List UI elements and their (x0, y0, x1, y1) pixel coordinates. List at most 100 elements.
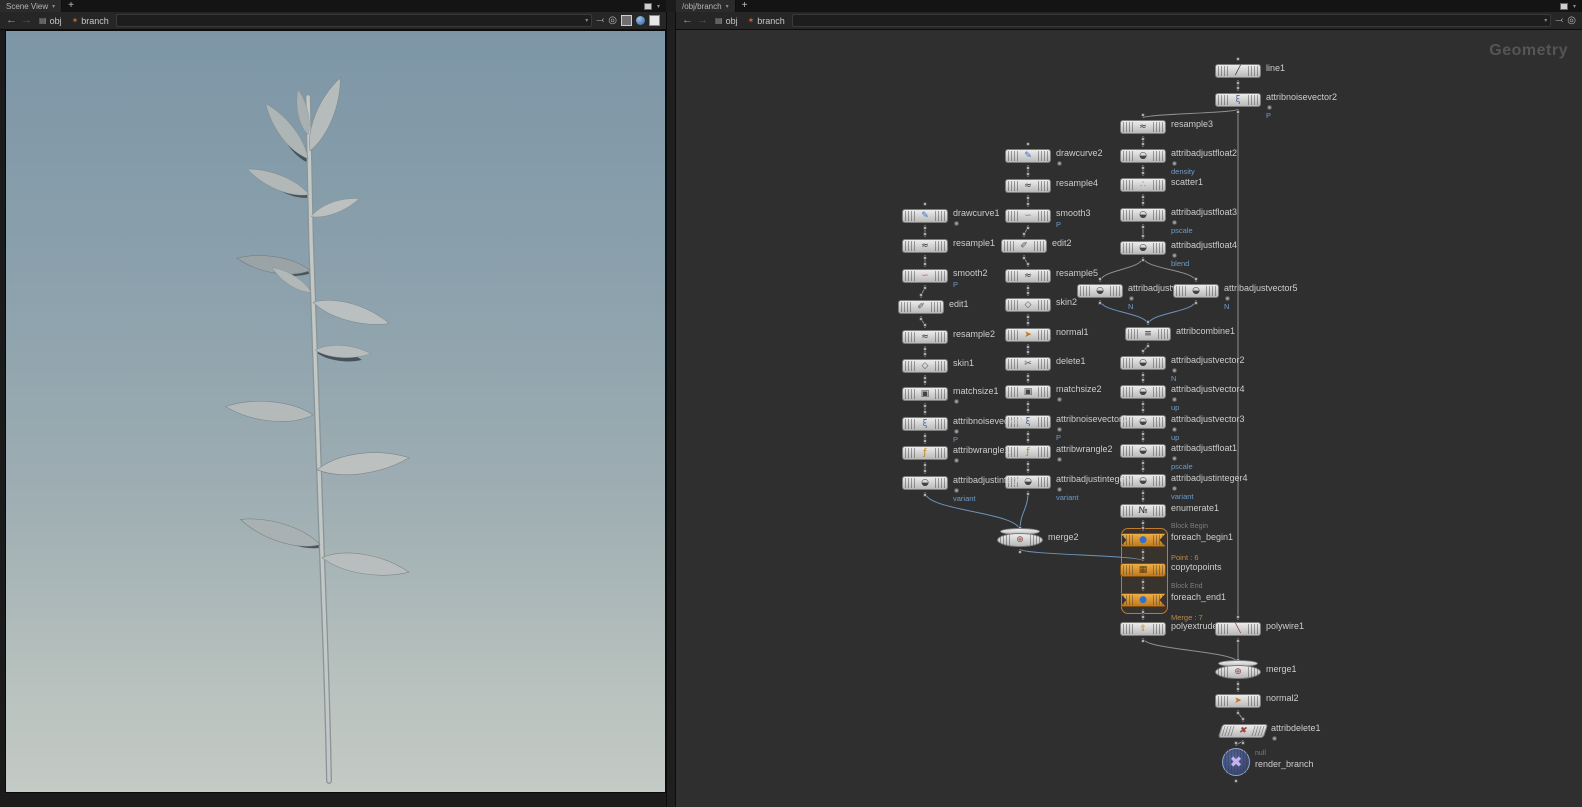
node-attribnoisevector1[interactable]: ξ attribnoisevector1 P (902, 417, 948, 431)
input-connector[interactable] (1026, 172, 1030, 176)
output-connector[interactable] (1026, 432, 1030, 436)
node-body[interactable]: ╱ (1215, 64, 1261, 78)
node-polyextrude1[interactable]: ⇧ polyextrude1 (1120, 622, 1166, 636)
output-connector[interactable] (1098, 301, 1102, 305)
node-delete1[interactable]: ✂ delete1 (1005, 357, 1051, 371)
node-attribcombine1[interactable]: ≡ attribcombine1 (1125, 327, 1171, 341)
node-attribadjustfloat1[interactable]: ◒ attribadjustfloat1 pscale (1120, 444, 1166, 458)
node-body[interactable]: ◒ (1173, 284, 1219, 298)
input-connector[interactable] (1026, 468, 1030, 472)
output-connector[interactable] (1026, 286, 1030, 290)
input-connector[interactable] (1141, 113, 1145, 117)
input-connector[interactable] (1141, 378, 1145, 382)
output-connector[interactable] (1141, 402, 1145, 406)
node-attribdelete1[interactable]: ✖ attribdelete1 (1220, 724, 1266, 738)
output-connector[interactable] (923, 404, 927, 408)
chevron-down-icon[interactable]: ▾ (726, 3, 729, 10)
node-body[interactable]: ◒ (1120, 385, 1166, 399)
input-connector[interactable] (1026, 378, 1030, 382)
node-attribadjustvector5[interactable]: ◒ attribadjustvector5 N (1173, 284, 1219, 298)
breadcrumb-obj[interactable]: ▤ obj (712, 16, 741, 26)
scene-viewport[interactable] (5, 30, 666, 793)
node-attribwrangle1[interactable]: ƒ attribwrangle1 (902, 446, 948, 460)
node-foreach_end1[interactable]: ● Block End foreach_end1 Merge : 7 (1120, 593, 1166, 607)
node-body[interactable]: ◒ (1120, 208, 1166, 222)
node-copytopoints[interactable]: ▦ copytopoints (1120, 563, 1166, 577)
node-attribadjustfloat4[interactable]: ◒ attribadjustfloat4 blend (1120, 241, 1166, 255)
input-connector[interactable] (1026, 262, 1030, 266)
input-connector[interactable] (923, 469, 927, 473)
node-attribadjustinteger1[interactable]: ◒ attribadjustinteger1 variant (902, 476, 948, 490)
node-resample2[interactable]: ≈ resample2 (902, 330, 948, 344)
output-connector[interactable] (1146, 344, 1150, 348)
node-body[interactable]: ≈ (902, 330, 948, 344)
path-dropdown[interactable]: ▾ (116, 14, 592, 27)
node-edit2[interactable]: ✐ edit2 (1001, 239, 1047, 253)
node-body[interactable]: ➤ (1005, 328, 1051, 342)
node-attribadjustfloat3[interactable]: ◒ attribadjustfloat3 pscale (1120, 208, 1166, 222)
add-tab-button[interactable]: + (736, 1, 754, 11)
node-attribadjustinteger2[interactable]: ◒ attribadjustinteger2 variant (1005, 475, 1051, 489)
input-connector[interactable] (1141, 467, 1145, 471)
input-connector[interactable] (923, 232, 927, 236)
input-connector[interactable] (1236, 615, 1240, 619)
node-body[interactable]: ✖ (1222, 748, 1250, 776)
input-connector[interactable] (923, 262, 927, 266)
node-body[interactable]: ✎ (902, 209, 948, 223)
node-resample4[interactable]: ≈ resample4 (1005, 179, 1051, 193)
node-polywire1[interactable]: ╲ polywire1 (1215, 622, 1261, 636)
input-connector[interactable] (1141, 526, 1145, 530)
input-connector[interactable] (1236, 57, 1240, 61)
breadcrumb-branch[interactable]: ✶ branch (69, 16, 112, 26)
output-connector[interactable] (1026, 345, 1030, 349)
node-body[interactable]: ⊕ (997, 533, 1043, 547)
node-body[interactable]: ◇ (1005, 298, 1051, 312)
node-body[interactable]: ≈ (1005, 179, 1051, 193)
output-connector[interactable] (1026, 166, 1030, 170)
input-connector[interactable] (1141, 437, 1145, 441)
node-body[interactable]: ➤ (1215, 694, 1261, 708)
output-connector[interactable] (1141, 580, 1145, 584)
node-edit1[interactable]: ✐ edit1 (898, 300, 944, 314)
node-body[interactable]: ◒ (1120, 444, 1166, 458)
input-connector[interactable] (1098, 277, 1102, 281)
output-connector[interactable] (919, 317, 923, 321)
pane-menu-caret-icon[interactable]: ▾ (657, 3, 660, 10)
nav-forward-icon[interactable]: → (697, 15, 708, 26)
input-connector[interactable] (1141, 171, 1145, 175)
output-connector[interactable] (1241, 741, 1245, 745)
input-connector[interactable] (1141, 349, 1145, 353)
output-connector[interactable] (1236, 639, 1240, 643)
input-connector[interactable] (1141, 408, 1145, 412)
node-body[interactable]: ● (1120, 533, 1166, 547)
node-attribadjustinteger4[interactable]: ◒ attribadjustinteger4 variant (1120, 474, 1166, 488)
input-connector[interactable] (1026, 321, 1030, 325)
output-connector[interactable] (1141, 373, 1145, 377)
node-body[interactable]: ≈ (902, 239, 948, 253)
input-connector[interactable] (1236, 687, 1240, 691)
input-connector[interactable] (1194, 277, 1198, 281)
node-attribadjustfloat2[interactable]: ◒ attribadjustfloat2 density (1120, 149, 1166, 163)
path-dropdown[interactable]: ▾ (792, 14, 1551, 27)
node-body[interactable]: ⊕ (1215, 665, 1261, 679)
node-body[interactable]: ▦ (1120, 563, 1166, 577)
input-connector[interactable] (923, 352, 927, 356)
output-connector[interactable] (1141, 137, 1145, 141)
node-body[interactable]: ξ (1215, 93, 1261, 107)
node-attribnoisevector3[interactable]: ξ attribnoisevector3 P (1005, 415, 1051, 429)
add-tab-button[interactable]: + (62, 1, 80, 11)
input-connector[interactable] (1026, 408, 1030, 412)
output-connector[interactable] (1026, 402, 1030, 406)
input-connector[interactable] (1141, 556, 1145, 560)
output-connector[interactable] (1026, 492, 1030, 496)
output-connector[interactable] (1141, 166, 1145, 170)
input-connector[interactable] (1241, 717, 1245, 721)
node-body[interactable]: ▣ (902, 387, 948, 401)
node-body[interactable]: ✂ (1005, 357, 1051, 371)
output-connector[interactable] (1141, 258, 1145, 262)
node-resample5[interactable]: ≈ resample5 (1005, 269, 1051, 283)
node-attribadjustvector1[interactable]: ◒ attribadjustvector1 N (1077, 284, 1123, 298)
node-skin1[interactable]: ◇ skin1 (902, 359, 948, 373)
node-resample1[interactable]: ≈ resample1 (902, 239, 948, 253)
node-body[interactable]: ▣ (1005, 385, 1051, 399)
